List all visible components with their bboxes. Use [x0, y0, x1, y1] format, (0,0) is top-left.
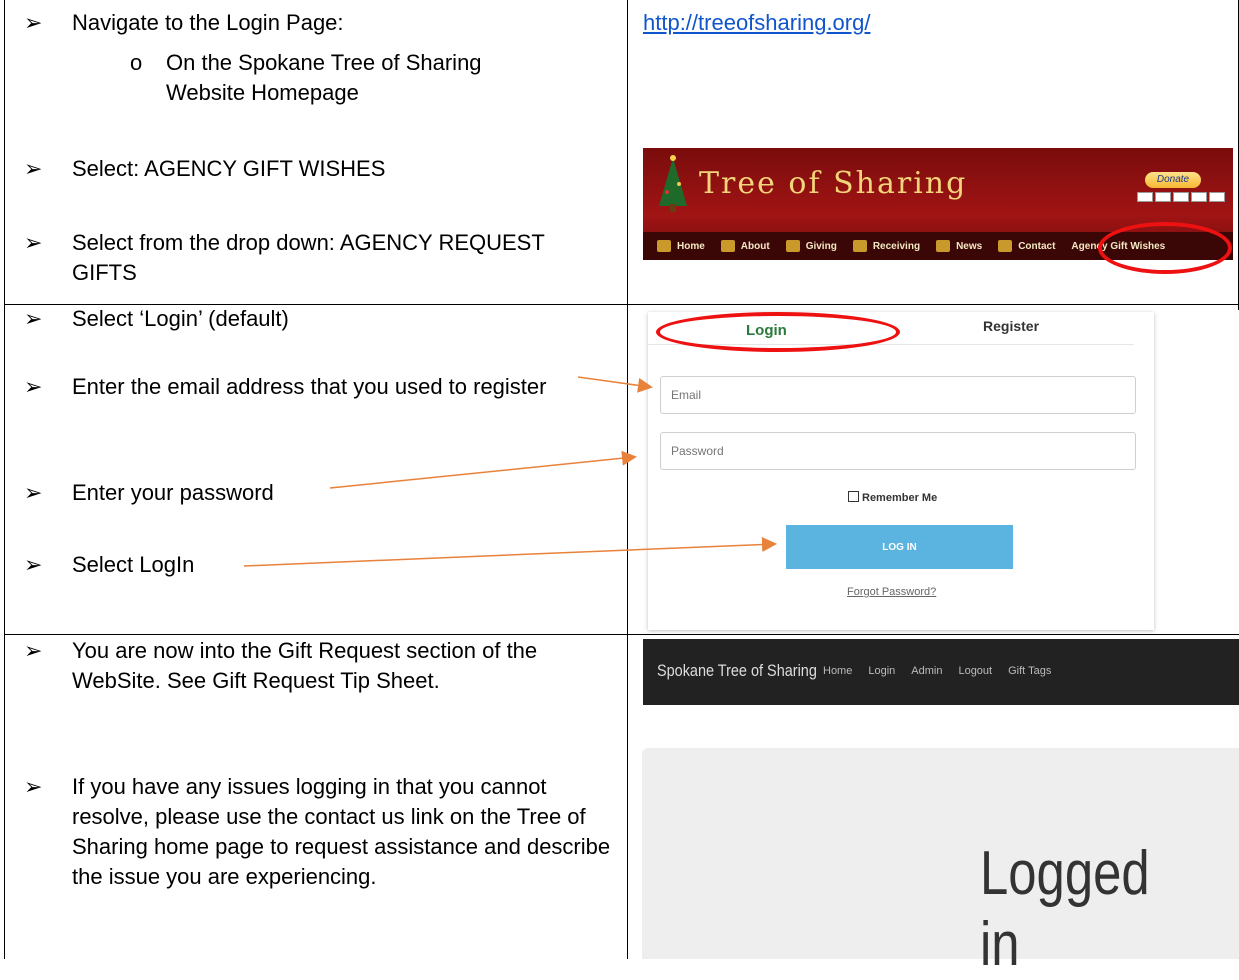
- app-nav: Home Login Admin Logout Gift Tags: [823, 665, 1051, 677]
- app-nav-admin[interactable]: Admin: [911, 665, 942, 677]
- arrow-to-email: [577, 376, 653, 393]
- document-page: ➢ Navigate to the Login Page: o On the S…: [0, 0, 1239, 979]
- app-nav-login[interactable]: Login: [868, 665, 895, 677]
- app-nav-logout[interactable]: Logout: [958, 665, 992, 677]
- bullet-arrow-icon: ➢: [24, 638, 43, 663]
- step-text: You are now into the Gift Request sectio…: [72, 638, 538, 693]
- step-text: If you have any issues logging in that y…: [72, 774, 611, 889]
- app-nav-home[interactable]: Home: [823, 665, 852, 677]
- arrow-to-password: [329, 450, 637, 489]
- app-nav-gift-tags[interactable]: Gift Tags: [1008, 665, 1051, 677]
- app-brand[interactable]: Spokane Tree of Sharing: [657, 661, 817, 681]
- bullet-arrow-icon: ➢: [24, 774, 43, 799]
- app-navbar: Spokane Tree of Sharing Home Login Admin…: [643, 639, 1239, 705]
- logged-in-panel: Logged in: [642, 748, 1239, 979]
- arrow-to-login-button: [243, 537, 777, 567]
